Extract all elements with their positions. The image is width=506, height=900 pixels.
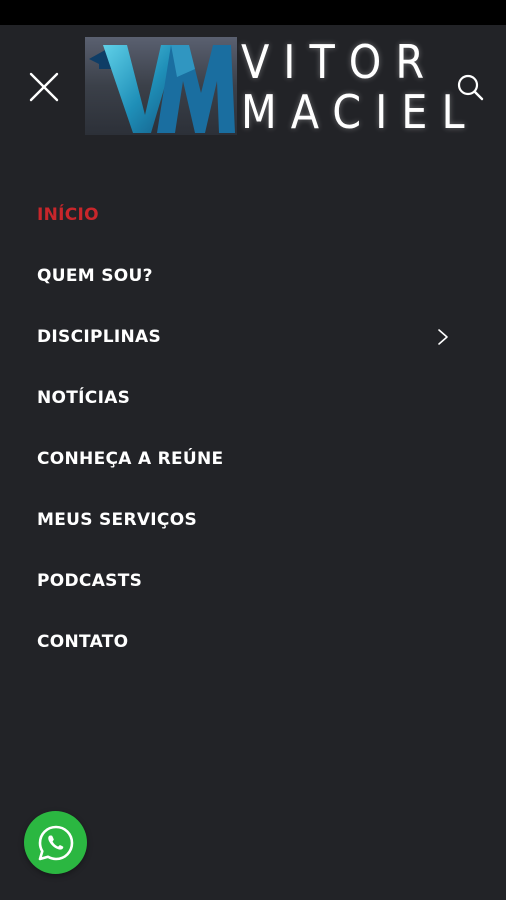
close-menu-button[interactable]	[26, 69, 62, 105]
menu-item-inicio[interactable]: INÍCIO	[0, 184, 506, 245]
menu-item-podcasts[interactable]: PODCASTS	[0, 550, 506, 611]
menu-item-quem-sou[interactable]: QUEM SOU?	[0, 245, 506, 306]
site-logo[interactable]: VITOR MACIEL	[85, 35, 479, 139]
menu-item-label: CONHEÇA A REÚNE	[37, 448, 224, 469]
menu-item-contato[interactable]: CONTATO	[0, 611, 506, 672]
logo-mark	[85, 37, 237, 135]
chevron-right-icon[interactable]	[436, 328, 450, 346]
logo-wordmark: VITOR MACIEL	[241, 35, 479, 139]
menu-item-label: PODCASTS	[37, 570, 143, 591]
menu-item-label: DISCIPLINAS	[37, 326, 162, 347]
close-icon	[29, 72, 59, 102]
menu-item-noticias[interactable]: NOTÍCIAS	[0, 367, 506, 428]
whatsapp-icon	[38, 825, 73, 860]
menu-header: VITOR MACIEL	[0, 25, 506, 145]
main-menu: INÍCIO QUEM SOU? DISCIPLINAS NOTÍCIAS CO…	[0, 184, 506, 672]
logo-line-1: VITOR	[241, 35, 439, 89]
status-bar	[0, 0, 506, 25]
menu-item-conheca-a-reune[interactable]: CONHEÇA A REÚNE	[0, 428, 506, 489]
whatsapp-button[interactable]	[24, 811, 87, 874]
menu-item-label: NOTÍCIAS	[37, 387, 131, 408]
menu-item-label: CONTATO	[37, 631, 129, 652]
menu-item-meus-servicos[interactable]: MEUS SERVIÇOS	[0, 489, 506, 550]
menu-item-label: QUEM SOU?	[37, 265, 153, 286]
logo-line-2: MACIEL	[241, 85, 479, 139]
search-icon	[457, 74, 484, 101]
menu-item-disciplinas[interactable]: DISCIPLINAS	[0, 306, 506, 367]
search-button[interactable]	[454, 71, 486, 103]
menu-item-label: INÍCIO	[37, 204, 99, 225]
menu-item-label: MEUS SERVIÇOS	[37, 509, 197, 530]
